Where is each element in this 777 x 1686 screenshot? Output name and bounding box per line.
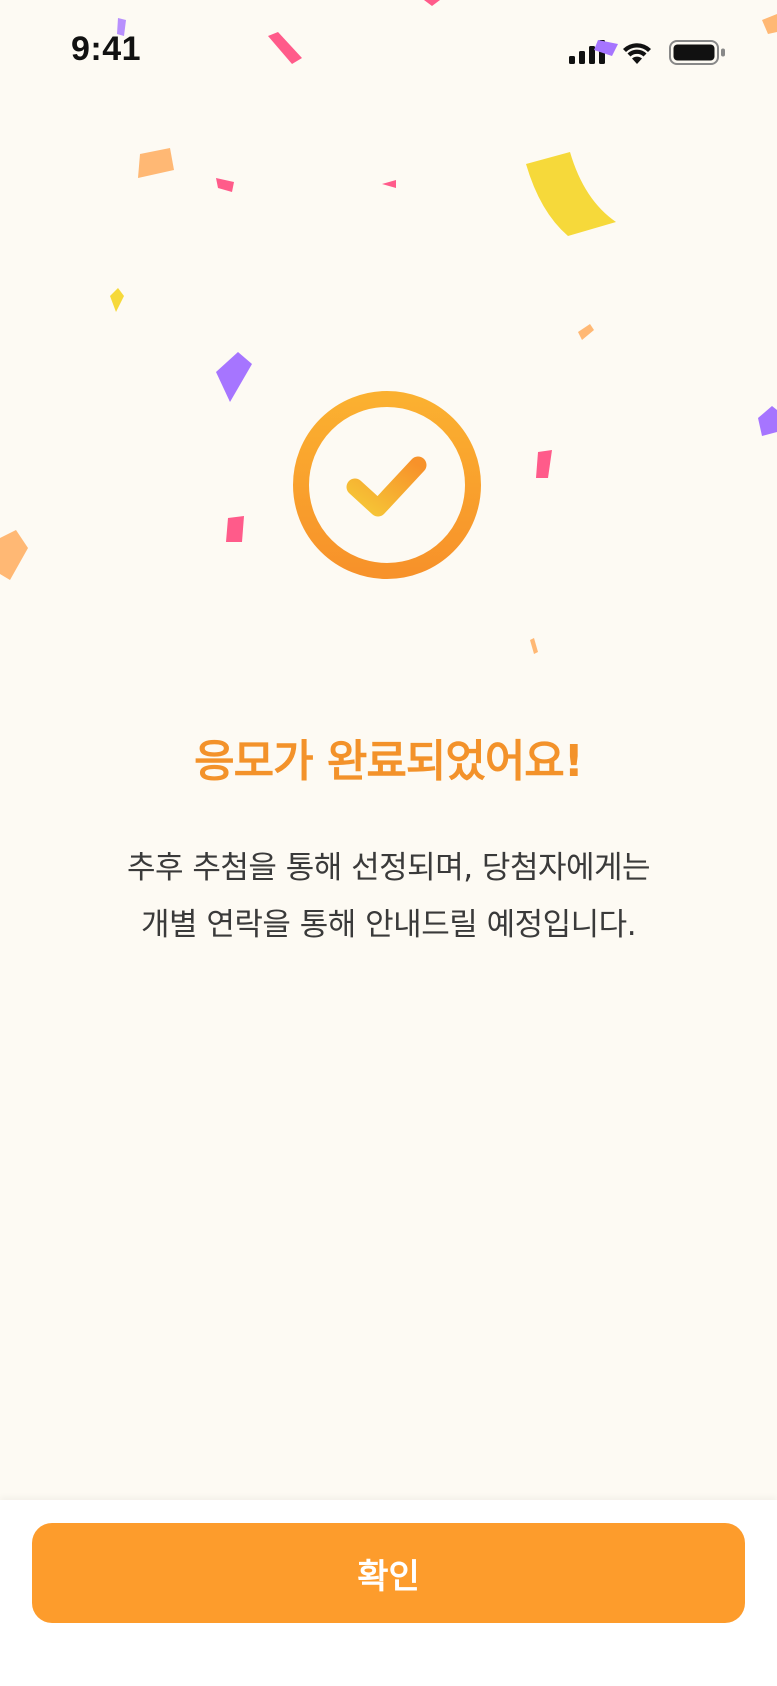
battery-icon	[669, 40, 725, 65]
status-bar: 9:41	[0, 0, 777, 110]
footer: 확인	[0, 1500, 777, 1686]
status-icons	[569, 40, 725, 65]
confirm-button[interactable]: 확인	[32, 1523, 745, 1623]
check-circle-icon	[293, 391, 481, 579]
cellular-signal-icon	[569, 40, 605, 64]
page-title: 응모가 완료되었어요!	[194, 736, 584, 787]
status-time: 9:41	[71, 30, 142, 68]
description: 추후 추첨을 통해 선정되며, 당첨자에게는 개별 연락을 통해 안내드릴 예정…	[0, 840, 777, 954]
wifi-icon	[623, 43, 651, 64]
description-line: 개별 연락을 통해 안내드릴 예정입니다.	[140, 907, 637, 943]
description-line: 추후 추첨을 통해 선정되며, 당첨자에게는	[126, 850, 651, 886]
